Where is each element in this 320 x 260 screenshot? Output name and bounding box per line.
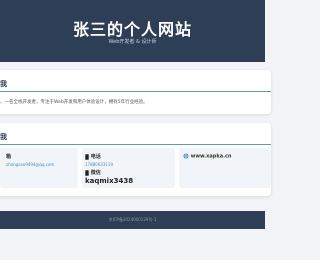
contact-heading: 我 xyxy=(0,133,7,141)
website-card: www.xapka.cn xyxy=(179,148,271,188)
about-heading: 我 xyxy=(0,80,7,88)
phone-label: 电话 xyxy=(90,154,101,160)
globe-icon xyxy=(183,153,189,159)
phone-icon xyxy=(85,169,89,176)
email-link[interactable]: zhangsan9494@qq.com xyxy=(6,162,54,167)
about-text: ，一名全栈开发者，专注于Web开发和用户体验设计，拥有5年行业经验。 xyxy=(0,100,148,105)
contact-divider xyxy=(0,144,271,145)
about-divider xyxy=(0,91,271,92)
website-row[interactable]: www.xapka.cn xyxy=(183,153,232,160)
contact-section: 我 箱 zhangsan9494@qq.com 电话 17880633119 微… xyxy=(0,123,271,196)
phone-wechat-card: 电话 17880633119 微信 kaqmix3438 xyxy=(82,148,175,188)
website-link[interactable]: www.xapka.cn xyxy=(191,154,232,160)
wechat-label: 微信 xyxy=(90,170,101,176)
icp-license[interactable]: 京ICP备2024000129号-1 xyxy=(0,217,265,223)
site-title: 张三的个人网站 xyxy=(72,20,192,39)
wechat-row: 微信 xyxy=(85,169,101,176)
about-section: 我 ，一名全栈开发者，专注于Web开发和用户体验设计，拥有5年行业经验。 xyxy=(0,70,271,114)
phone-row: 电话 xyxy=(85,153,101,160)
site-header: 张三的个人网站 Web开发者 & 设计师 xyxy=(0,0,265,62)
email-label: 箱 xyxy=(6,154,12,160)
phone-icon xyxy=(85,153,89,160)
site-subtitle: Web开发者 & 设计师 xyxy=(108,39,157,45)
site-footer: 京ICP备2024000129号-1 xyxy=(0,211,265,229)
wechat-id: kaqmix3438 xyxy=(85,177,134,185)
phone-link[interactable]: 17880633119 xyxy=(85,162,113,167)
email-card: 箱 zhangsan9494@qq.com xyxy=(0,148,78,188)
